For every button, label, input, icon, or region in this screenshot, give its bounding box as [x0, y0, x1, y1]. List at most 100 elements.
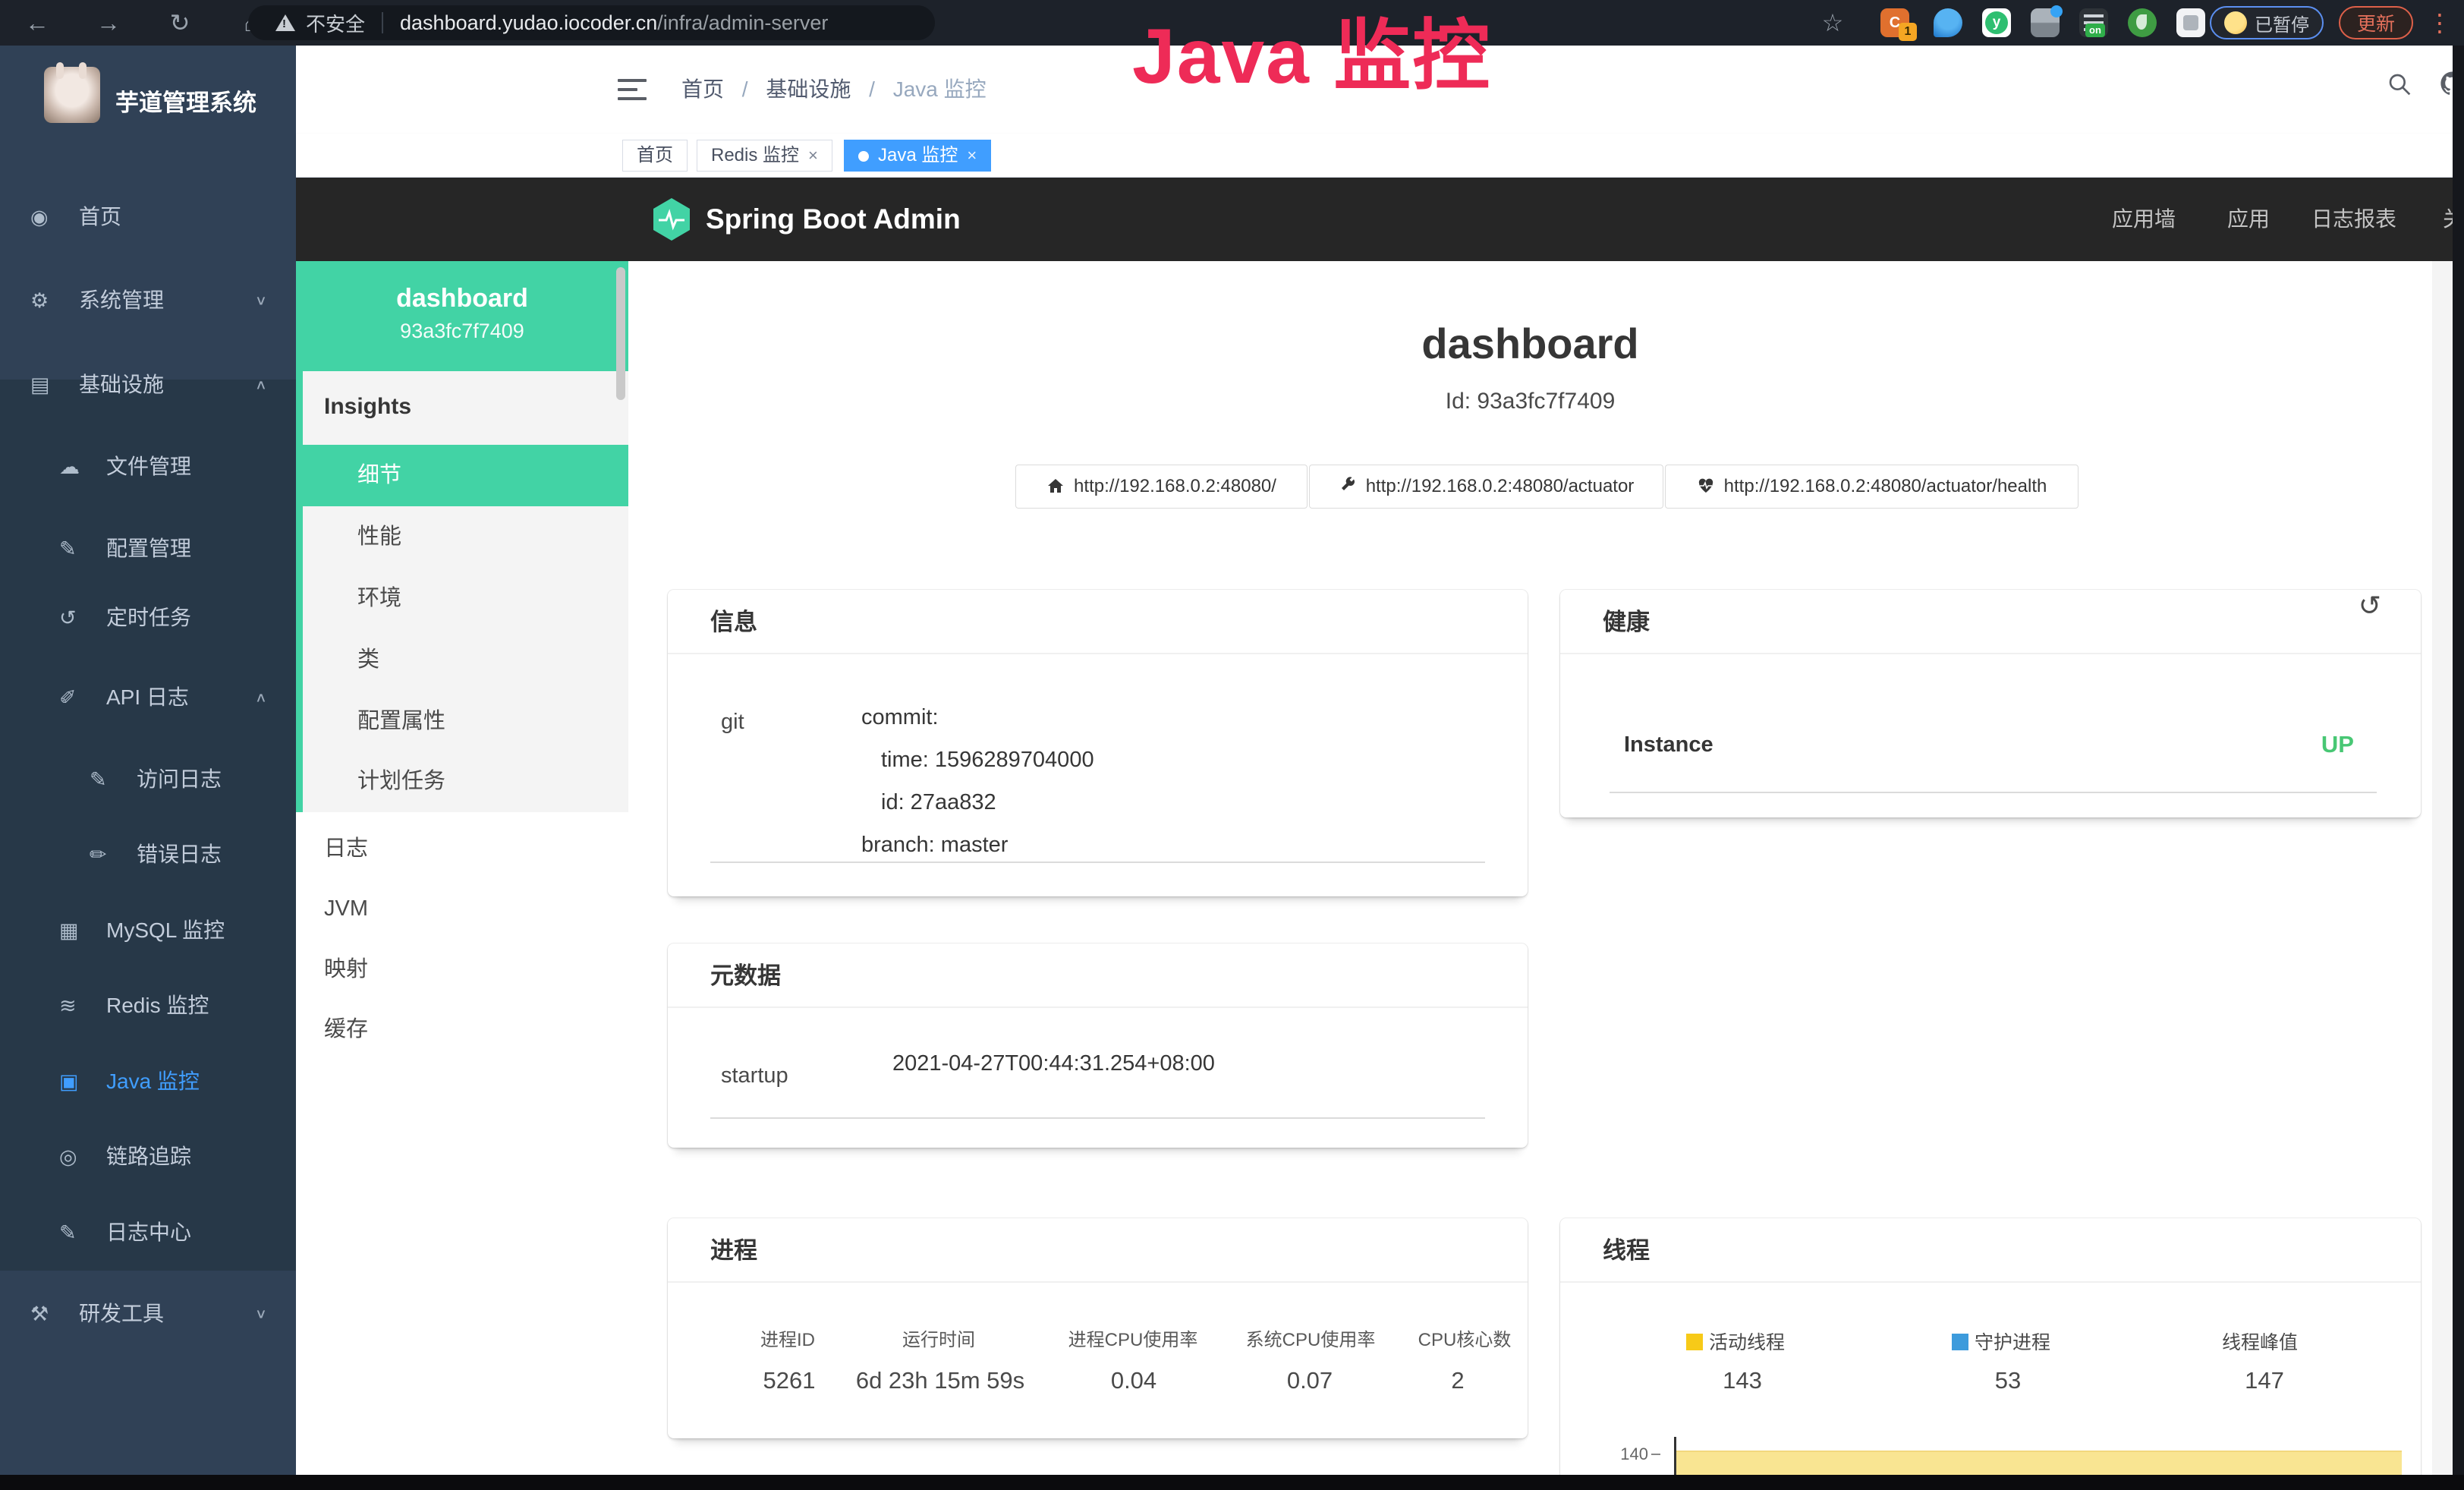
extension-pin-icon[interactable] [1934, 8, 1962, 37]
sba-sidebar-scrollbar[interactable] [616, 267, 625, 400]
sba-nav-applications[interactable]: 应用 [2227, 178, 2270, 261]
chart-ytick-140: 140 [1595, 1444, 1648, 1464]
legend-label: 活动线程 [1709, 1332, 1785, 1353]
sba-instance-header[interactable]: dashboard 93a3fc7f7409 [296, 261, 628, 371]
sidebar-item-log-center[interactable]: ✎ 日志中心 [0, 1213, 296, 1252]
process-uptime-value: 6d 23h 15m 59s [856, 1367, 1024, 1394]
daemon-threads-value: 53 [1995, 1367, 2021, 1394]
paused-emoji-face [2224, 11, 2247, 34]
paused-label: 已暂停 [2255, 10, 2309, 36]
app-logo[interactable] [44, 67, 100, 123]
edit-icon: ✎ [59, 529, 77, 569]
sba-menu-classes[interactable]: 类 [303, 629, 628, 691]
sidebar-item-infrastructure[interactable]: ▤ 基础设施 ∧ [0, 365, 296, 405]
sidebar-item-home[interactable]: ◉ 首页 [0, 197, 296, 237]
close-icon[interactable]: × [808, 146, 818, 165]
paused-badge[interactable]: 已暂停 [2210, 6, 2324, 39]
extension-puzzle-icon[interactable] [2176, 8, 2205, 37]
browser-forward-icon[interactable]: → [91, 0, 126, 46]
sidebar-item-label: 错误日志 [137, 835, 222, 874]
sba-menu-mappings[interactable]: 映射 [303, 939, 628, 1000]
sidebar-item-redis-monitor[interactable]: ≋ Redis 监控 [0, 986, 296, 1025]
browser-back-icon[interactable]: ← [20, 0, 55, 46]
tab-java-monitor[interactable]: Java 监控× [844, 140, 991, 172]
hamburger-icon[interactable] [618, 79, 647, 102]
address-bar[interactable]: 不安全 dashboard.yudao.iocoder.cn/infra/adm… [248, 5, 935, 40]
sba-menu-logs[interactable]: 日志 [303, 818, 628, 879]
annotation-java-monitor: Java 监控 [1132, 0, 1491, 106]
sidebar-item-tracing[interactable]: ◎ 链路追踪 [0, 1137, 296, 1177]
tab-home[interactable]: 首页 [622, 140, 688, 172]
api-log-icon: ✐ [59, 678, 77, 717]
process-col-header: 系统CPU使用率 [1246, 1325, 1376, 1351]
sba-menu-config-props[interactable]: 配置属性 [303, 691, 628, 752]
history-icon[interactable]: ↺ [2359, 590, 2381, 622]
close-icon[interactable]: × [967, 146, 977, 165]
sidebar-item-label: 文件管理 [106, 447, 191, 487]
sidebar-item-access-log[interactable]: ✎ 访问日志 [0, 760, 296, 799]
sidebar-item-api-log[interactable]: ✐ API 日志 ∧ [0, 678, 296, 717]
sba-menu-caches[interactable]: 缓存 [303, 999, 628, 1060]
log-center-icon: ✎ [59, 1213, 77, 1252]
sidebar-item-system-mgmt[interactable]: ⚙ 系统管理 ∨ [0, 281, 296, 320]
extension-grid-icon[interactable] [2031, 8, 2060, 37]
extension-y-icon[interactable]: y [1982, 8, 2011, 37]
search-icon[interactable] [2377, 46, 2422, 134]
sba-logo-icon [651, 197, 692, 241]
sidebar-item-label: API 日志 [106, 678, 189, 717]
sba-nav-wall[interactable]: 应用墙 [2112, 178, 2176, 261]
sidebar-item-file-mgmt[interactable]: ☁ 文件管理 [0, 447, 296, 487]
extension-y-inner: y [1985, 11, 2008, 34]
address-divider [382, 12, 383, 33]
browser-reload-icon[interactable]: ↻ [162, 0, 197, 46]
health-url-button[interactable]: http://192.168.0.2:48080/actuator/health [1665, 465, 2079, 509]
sidebar-item-config-mgmt[interactable]: ✎ 配置管理 [0, 529, 296, 569]
sba-menu-jvm[interactable]: JVM [303, 878, 628, 939]
legend-yellow-swatch [1686, 1334, 1703, 1350]
extension-leaf-icon[interactable] [2128, 8, 2157, 37]
sidebar-item-mysql-monitor[interactable]: ▦ MySQL 监控 [0, 911, 296, 950]
health-card: 健康 ↺ Instance UP [1560, 590, 2421, 817]
tab-redis-monitor[interactable]: Redis 监控 × [697, 140, 832, 172]
health-url: http://192.168.0.2:48080/actuator/health [1724, 476, 2047, 496]
system-cpu-value: 0.07 [1287, 1367, 1333, 1394]
sba-sidebar: dashboard 93a3fc7f7409 Insights 细节 性能 环境… [296, 261, 628, 1475]
bookmark-star-icon[interactable]: ☆ [1815, 0, 1850, 46]
sba-brand[interactable]: Spring Boot Admin [706, 178, 961, 261]
url-host: dashboard.yudao.iocoder.cn [400, 11, 657, 35]
peak-threads-value: 147 [2245, 1367, 2284, 1394]
sba-menu-details[interactable]: 细节 [303, 445, 628, 506]
instance-url-button[interactable]: http://192.168.0.2:48080/ [1015, 465, 1308, 509]
process-cpu-value: 0.04 [1111, 1367, 1156, 1394]
breadcrumb-infrastructure[interactable]: 基础设施 [766, 77, 851, 101]
heartbeat-icon [1697, 477, 1715, 495]
metadata-card: 元数据 startup 2021-04-27T00:44:31.254+08:0… [668, 943, 1528, 1148]
tab-label: 首页 [637, 145, 673, 165]
sidebar-item-label: 日志中心 [106, 1213, 191, 1252]
info-row-value: commit: time: 1596289704000 id: 27aa832 … [861, 696, 1094, 866]
sba-menu-metrics[interactable]: 性能 [303, 506, 628, 568]
browser-menu-dots-icon[interactable]: ⋮ [2422, 0, 2457, 46]
sidebar-item-label: Java 监控 [106, 1062, 200, 1101]
sba-nav-log-report[interactable]: 日志报表 [2311, 178, 2396, 261]
gear-icon: ⚙ [30, 281, 49, 320]
sidebar-item-label: 首页 [79, 197, 121, 237]
update-button[interactable]: 更新 [2339, 6, 2413, 39]
git-id-line: id: 27aa832 [861, 781, 1094, 824]
sidebar-item-label: 配置管理 [106, 529, 191, 569]
tab-label: Redis 监控 [711, 145, 799, 165]
sidebar-item-dev-tools[interactable]: ⚒ 研发工具 ∨ [0, 1294, 296, 1334]
instance-url: http://192.168.0.2:48080/ [1074, 476, 1276, 496]
sidebar-item-java-monitor[interactable]: ▣ Java 监控 [0, 1062, 296, 1101]
actuator-url-button[interactable]: http://192.168.0.2:48080/actuator [1309, 465, 1663, 509]
sba-menu-environment[interactable]: 环境 [303, 568, 628, 629]
cloud-upload-icon: ☁ [59, 447, 80, 487]
extension-list-icon[interactable]: on [2079, 8, 2108, 37]
breadcrumb-home[interactable]: 首页 [681, 77, 724, 101]
process-col-header: CPU核心数 [1418, 1325, 1512, 1351]
sidebar-item-error-log[interactable]: ✏ 错误日志 [0, 835, 296, 874]
sidebar-item-scheduled-jobs[interactable]: ↺ 定时任务 [0, 598, 296, 638]
sba-menu-scheduled-tasks[interactable]: 计划任务 [303, 751, 628, 812]
git-branch-line: branch: master [861, 824, 1094, 866]
extension-grid-dot [2050, 5, 2063, 17]
